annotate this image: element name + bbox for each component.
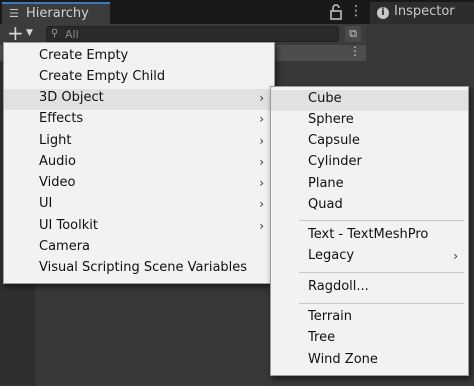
menu-item-sphere[interactable]: Sphere: [271, 111, 468, 132]
menu-item-label: Cylinder: [308, 154, 362, 169]
menu-item-ui[interactable]: UI ›: [4, 195, 274, 216]
add-object-button[interactable]: + ▼: [4, 21, 38, 45]
menu-item-label: Terrain: [308, 309, 353, 324]
menu-item-plane[interactable]: Plane: [271, 175, 468, 196]
kebab-menu-icon[interactable]: ⋮: [349, 3, 363, 19]
hierarchy-tabbar: ☰ Hierarchy ⋮: [0, 0, 366, 24]
menu-item-cube[interactable]: Cube: [271, 90, 468, 111]
menu-item-cylinder[interactable]: Cylinder: [271, 153, 468, 174]
plus-icon: +: [7, 21, 24, 45]
chevron-right-icon: ›: [259, 155, 264, 169]
chevron-right-icon: ›: [259, 197, 264, 211]
menu-item-terrain[interactable]: Terrain: [271, 308, 468, 329]
menu-item-3d-object[interactable]: 3D Object ›: [4, 89, 274, 110]
menu-item-label: Plane: [308, 176, 344, 191]
menu-item-text-textmeshpro[interactable]: Text - TextMeshPro: [271, 226, 468, 247]
hierarchy-tab-label: Hierarchy: [26, 6, 89, 21]
menu-item-tree[interactable]: Tree: [271, 329, 468, 350]
menu-item-label: Cube: [308, 91, 342, 106]
menu-item-effects[interactable]: Effects ›: [4, 110, 274, 131]
chevron-right-icon: ›: [259, 134, 264, 148]
menu-item-light[interactable]: Light ›: [4, 132, 274, 153]
inspector-tabbar: i Inspector: [366, 0, 474, 24]
menu-item-label: UI: [39, 196, 53, 211]
menu-item-camera[interactable]: Camera: [4, 238, 274, 259]
list-icon: ☰: [9, 7, 19, 20]
menu-item-label: Create Empty Child: [39, 69, 166, 84]
menu-item-label: Camera: [39, 239, 91, 254]
chevron-right-icon: ›: [453, 249, 458, 263]
menu-item-label: Capsule: [308, 133, 360, 148]
menu-separator: [299, 220, 464, 221]
search-icon: ⚲: [51, 28, 59, 39]
lock-icon[interactable]: [329, 4, 343, 20]
menu-item-quad[interactable]: Quad: [271, 196, 468, 217]
menu-item-label: Quad: [308, 197, 343, 212]
menu-item-label: Sphere: [308, 112, 354, 127]
menu-item-ragdoll[interactable]: Ragdoll...: [271, 278, 468, 299]
chevron-right-icon: ›: [259, 112, 264, 126]
tab-inspector[interactable]: i Inspector: [370, 2, 474, 24]
menu-item-ui-toolkit[interactable]: UI Toolkit ›: [4, 217, 274, 238]
menu-item-capsule[interactable]: Capsule: [271, 132, 468, 153]
menu-item-label: Create Empty: [39, 48, 129, 63]
menu-item-label: Wind Zone: [308, 352, 378, 367]
menu-item-label: Legacy: [308, 248, 355, 263]
3d-object-submenu: Cube Sphere Capsule Cylinder Plane Quad …: [270, 86, 469, 376]
menu-item-label: 3D Object: [39, 90, 104, 105]
hierarchy-toolbar: + ▼ ⚲ ⧉: [0, 21, 366, 45]
inspector-tab-label: Inspector: [394, 4, 455, 19]
menu-item-wind-zone[interactable]: Wind Zone: [271, 351, 468, 372]
menu-separator: [299, 272, 464, 273]
menu-item-legacy[interactable]: Legacy ›: [271, 247, 468, 268]
menu-item-label: UI Toolkit: [39, 218, 98, 233]
menu-item-create-empty-child[interactable]: Create Empty Child: [4, 68, 274, 89]
chevron-right-icon: ›: [259, 219, 264, 233]
info-icon: i: [377, 7, 389, 19]
menu-item-label: Ragdoll...: [308, 279, 369, 294]
chevron-right-icon: ›: [259, 91, 264, 105]
scene-menu-icon[interactable]: ⋮: [349, 44, 361, 58]
menu-item-label: Effects: [39, 111, 84, 126]
scene-search-icon[interactable]: ⧉: [345, 26, 361, 42]
menu-item-create-empty[interactable]: Create Empty: [4, 47, 274, 68]
menu-item-label: Text - TextMeshPro: [308, 227, 429, 242]
caret-down-icon: ▼: [26, 28, 33, 38]
menu-item-label: Audio: [39, 154, 76, 169]
menu-item-video[interactable]: Video ›: [4, 174, 274, 195]
chevron-right-icon: ›: [259, 176, 264, 190]
search-field[interactable]: ⚲: [46, 26, 339, 42]
menu-item-audio[interactable]: Audio ›: [4, 153, 274, 174]
menu-item-label: Video: [39, 175, 76, 190]
menu-item-label: Visual Scripting Scene Variables: [39, 260, 248, 275]
create-menu: Create Empty Create Empty Child 3D Objec…: [3, 42, 275, 284]
menu-separator: [299, 303, 464, 304]
menu-item-label: Light: [39, 133, 72, 148]
menu-item-label: Tree: [308, 330, 336, 345]
menu-item-visual-scripting-scene-variables[interactable]: Visual Scripting Scene Variables: [4, 259, 274, 280]
search-input[interactable]: [65, 27, 325, 41]
